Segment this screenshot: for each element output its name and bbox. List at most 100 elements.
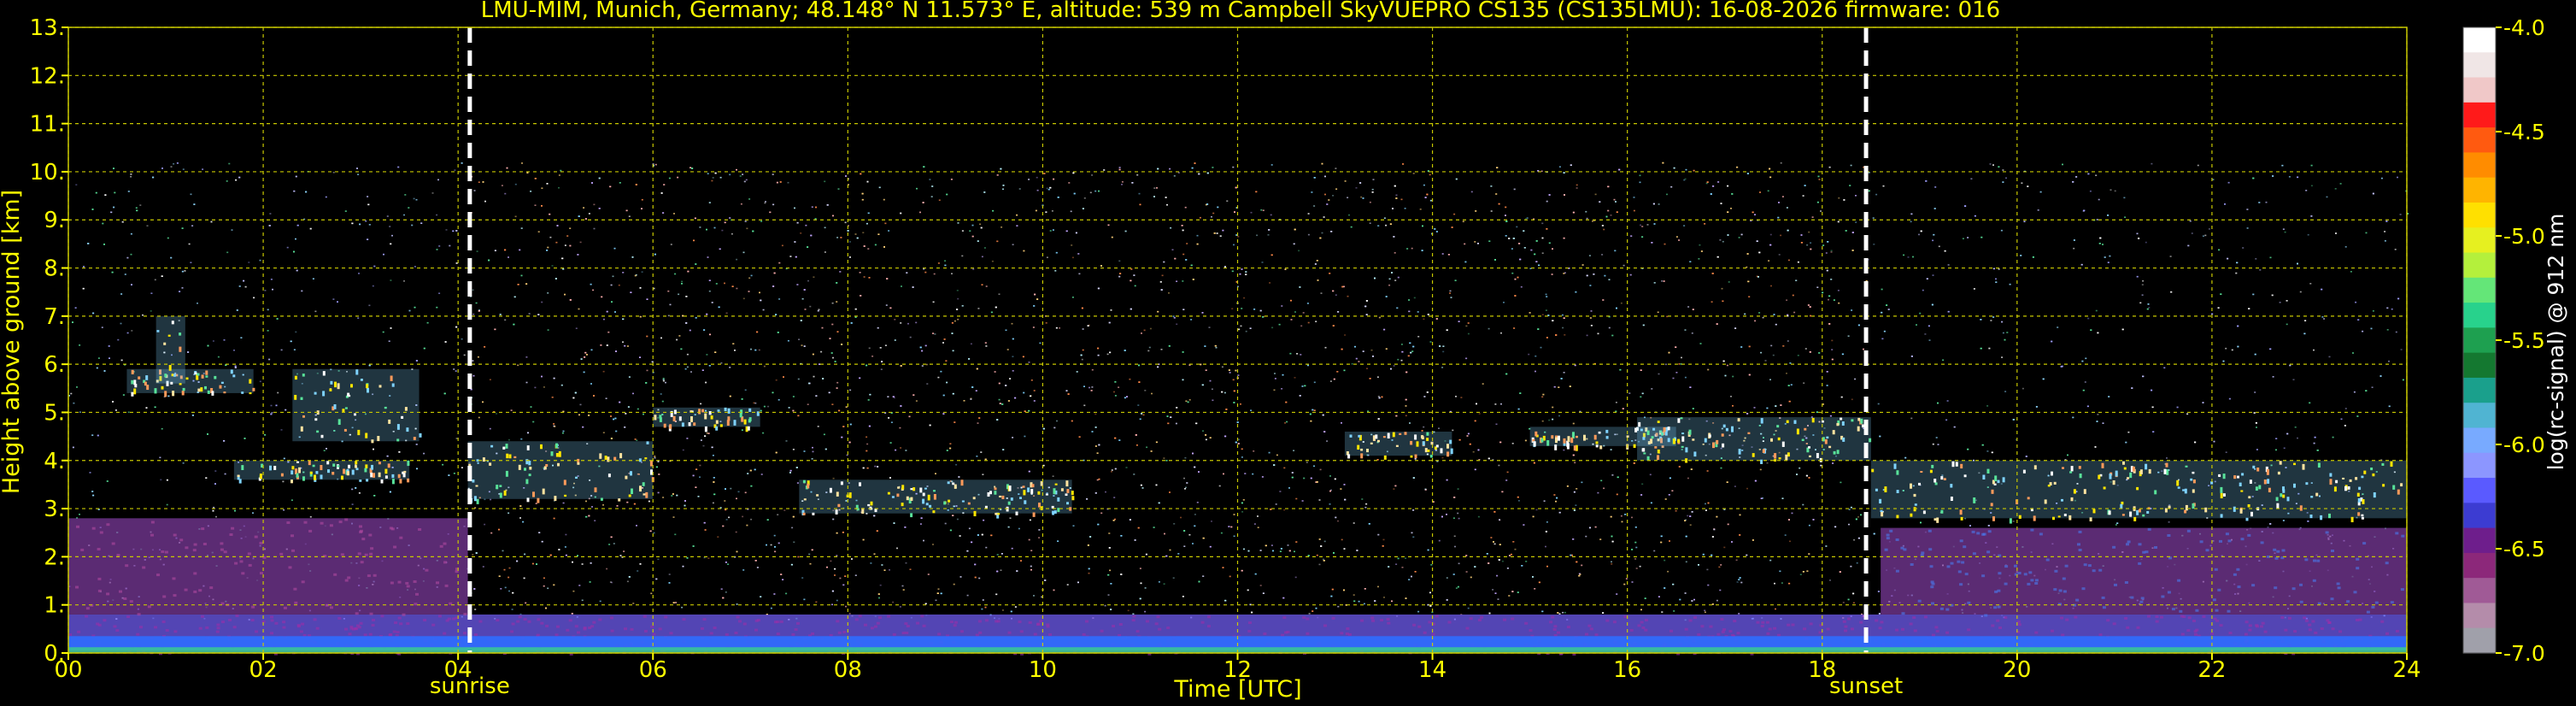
noise-speck	[1633, 209, 1635, 212]
noise-speck	[700, 403, 702, 405]
noise-speck	[2097, 414, 2099, 415]
noise-speck	[720, 362, 723, 364]
noise-speck	[944, 260, 947, 262]
noise-speck	[1540, 346, 1542, 349]
noise-speck	[791, 527, 794, 529]
noise-speck	[150, 310, 152, 312]
noise-speck	[1113, 391, 1115, 393]
noise-speck	[1799, 574, 1802, 575]
noise-speck	[2110, 189, 2112, 191]
noise-speck	[547, 292, 549, 294]
noise-speck	[1667, 570, 1669, 573]
noise-speck	[184, 270, 186, 272]
noise-speck	[1625, 578, 1628, 580]
noise-speck	[1173, 175, 1176, 177]
noise-speck	[1018, 188, 1021, 190]
noise-speck	[1534, 588, 1536, 590]
noise-speck	[646, 369, 648, 372]
noise-speck	[1781, 582, 1783, 584]
noise-speck	[1803, 382, 1805, 384]
noise-speck	[1938, 245, 1940, 248]
noise-speck	[351, 503, 354, 505]
noise-speck	[1383, 597, 1385, 598]
noise-speck	[1852, 602, 1855, 604]
noise-speck	[500, 588, 502, 590]
noise-speck	[1850, 164, 1852, 167]
noise-speck	[1986, 450, 1989, 452]
noise-speck	[673, 213, 675, 215]
noise-speck	[1176, 280, 1178, 282]
noise-speck	[1787, 259, 1790, 262]
noise-speck	[1160, 349, 1163, 350]
noise-speck	[1121, 181, 1124, 183]
noise-speck	[706, 432, 708, 434]
noise-speck	[1646, 224, 1649, 226]
noise-speck	[985, 546, 988, 549]
noise-speck	[781, 244, 783, 247]
noise-speck	[1252, 473, 1254, 475]
noise-speck	[1221, 366, 1223, 368]
noise-speck	[2095, 174, 2098, 176]
noise-speck	[867, 248, 870, 250]
noise-speck	[1111, 469, 1113, 471]
noise-speck	[879, 584, 882, 586]
noise-speck	[1223, 391, 1226, 394]
noise-speck	[848, 613, 851, 615]
noise-speck	[2352, 352, 2354, 354]
noise-speck	[70, 392, 73, 395]
noise-speck	[472, 554, 474, 556]
noise-speck	[1546, 521, 1548, 523]
noise-speck	[1082, 349, 1084, 351]
noise-speck	[998, 398, 1000, 401]
noise-speck	[561, 432, 564, 434]
noise-speck	[681, 280, 684, 283]
noise-speck	[1288, 487, 1290, 489]
noise-speck	[454, 169, 456, 171]
noise-speck	[489, 379, 491, 380]
noise-speck	[1192, 543, 1194, 544]
noise-speck	[463, 354, 466, 356]
noise-speck	[1237, 285, 1239, 288]
noise-speck	[957, 222, 959, 224]
noise-speck	[1503, 302, 1505, 303]
noise-speck	[1188, 399, 1191, 401]
noise-speck	[1151, 392, 1153, 395]
noise-speck	[1705, 182, 1708, 185]
noise-speck	[1452, 517, 1455, 519]
noise-speck	[1127, 609, 1130, 612]
noise-speck	[1364, 506, 1367, 509]
noise-speck	[233, 350, 235, 351]
noise-speck	[1002, 188, 1004, 191]
noise-speck	[1196, 234, 1199, 237]
noise-speck	[1990, 320, 1992, 321]
noise-speck	[1136, 174, 1139, 176]
noise-speck	[2353, 391, 2356, 393]
noise-speck	[1442, 350, 1445, 353]
noise-speck	[1684, 178, 1687, 180]
noise-speck	[1511, 443, 1514, 444]
noise-speck	[1417, 336, 1420, 338]
noise-speck	[1942, 359, 1945, 362]
noise-speck	[1535, 509, 1538, 511]
noise-speck	[2267, 527, 2269, 528]
noise-speck	[154, 279, 156, 281]
noise-speck	[725, 312, 728, 315]
noise-speck	[981, 256, 983, 258]
noise-speck	[608, 544, 611, 545]
noise-speck	[1802, 503, 1804, 506]
noise-speck	[1683, 225, 1686, 227]
noise-speck	[248, 262, 250, 263]
noise-speck	[508, 438, 510, 441]
noise-speck	[736, 287, 738, 290]
noise-speck	[1267, 234, 1270, 236]
noise-speck	[915, 321, 918, 324]
noise-speck	[2098, 198, 2100, 201]
noise-speck	[562, 502, 565, 504]
noise-speck	[197, 303, 198, 304]
noise-speck	[1541, 314, 1544, 315]
noise-speck	[1366, 368, 1368, 369]
noise-speck	[283, 509, 285, 511]
noise-speck	[899, 427, 901, 429]
noise-speck	[686, 366, 689, 368]
noise-speck	[1412, 173, 1415, 174]
